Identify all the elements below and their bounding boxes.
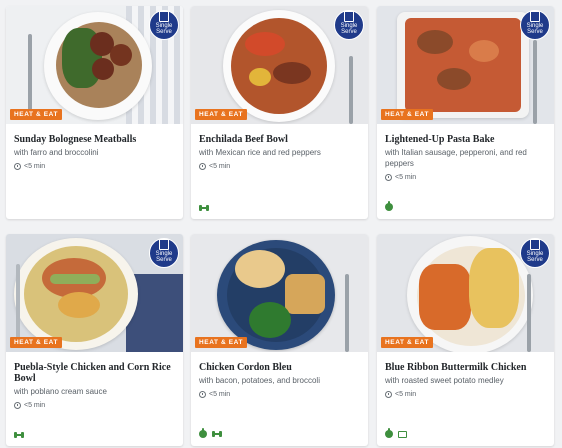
- nutrition-icons: [385, 201, 393, 211]
- clock-icon: [199, 391, 206, 398]
- nutrition-icons: [14, 432, 24, 438]
- nutrition-icons: [385, 428, 407, 438]
- heat-and-eat-tag: HEAT & EAT: [10, 337, 63, 348]
- apple-icon: [385, 428, 393, 438]
- meal-photo[interactable]: Single Serve HEAT & EAT: [6, 6, 183, 124]
- heat-and-eat-tag: HEAT & EAT: [381, 337, 434, 348]
- nutrition-icons: [199, 428, 222, 438]
- meal-card[interactable]: Single Serve HEAT & EAT Lightened-Up Pas…: [377, 6, 554, 219]
- container-icon: [530, 239, 540, 250]
- clock-icon: [14, 163, 21, 170]
- apple-icon: [199, 428, 207, 438]
- meal-photo[interactable]: Single Serve HEAT & EAT: [377, 6, 554, 124]
- meal-subtitle: with roasted sweet potato medley: [385, 376, 504, 385]
- meal-title[interactable]: Chicken Cordon Bleu: [199, 362, 360, 373]
- single-serve-badge: Single Serve: [334, 10, 364, 40]
- meal-title[interactable]: Sunday Bolognese Meatballs: [14, 134, 175, 145]
- meal-title[interactable]: Lightened-Up Pasta Bake: [385, 134, 546, 145]
- nutrition-icons: [199, 205, 209, 211]
- single-serve-badge: Single Serve: [149, 238, 179, 268]
- container-icon: [159, 11, 169, 22]
- meal-subtitle: with farro and broccolini: [14, 148, 99, 157]
- clock-icon: [385, 174, 392, 181]
- single-serve-badge: Single Serve: [520, 10, 550, 40]
- meal-title[interactable]: Enchilada Beef Bowl: [199, 134, 360, 145]
- single-serve-badge: Single Serve: [149, 10, 179, 40]
- meal-title[interactable]: Blue Ribbon Buttermilk Chicken: [385, 362, 546, 373]
- meal-card[interactable]: Single Serve HEAT & EAT Enchilada Beef B…: [191, 6, 368, 219]
- prep-time: <5 min: [14, 402, 175, 409]
- dumbbell-icon: [212, 431, 222, 437]
- meal-photo[interactable]: Single Serve HEAT & EAT: [191, 6, 368, 124]
- clock-icon: [385, 391, 392, 398]
- apple-icon: [385, 201, 393, 211]
- meal-grid: Single Serve HEAT & EAT Sunday Bolognese…: [0, 0, 562, 448]
- meal-card[interactable]: Single Serve HEAT & EAT Puebla-Style Chi…: [6, 234, 183, 446]
- heat-and-eat-tag: HEAT & EAT: [10, 109, 63, 120]
- clock-icon: [14, 402, 21, 409]
- heat-and-eat-tag: HEAT & EAT: [381, 109, 434, 120]
- meal-photo[interactable]: HEAT & EAT: [191, 234, 368, 352]
- meal-title[interactable]: Puebla-Style Chicken and Corn Rice Bowl: [14, 362, 175, 384]
- prep-time: <5 min: [385, 391, 546, 398]
- meal-card[interactable]: Single Serve HEAT & EAT Sunday Bolognese…: [6, 6, 183, 219]
- prep-time: <5 min: [14, 163, 175, 170]
- heat-and-eat-tag: HEAT & EAT: [195, 337, 248, 348]
- heat-and-eat-tag: HEAT & EAT: [195, 109, 248, 120]
- meal-photo[interactable]: Single Serve HEAT & EAT: [377, 234, 554, 352]
- meal-card[interactable]: HEAT & EAT Chicken Cordon Bleu with baco…: [191, 234, 368, 446]
- dumbbell-icon: [14, 432, 24, 438]
- container-icon: [344, 11, 354, 22]
- single-serve-badge: Single Serve: [520, 238, 550, 268]
- pan-icon: [398, 430, 407, 438]
- container-icon: [159, 239, 169, 250]
- prep-time: <5 min: [199, 391, 360, 398]
- dumbbell-icon: [199, 205, 209, 211]
- prep-time: <5 min: [199, 163, 360, 170]
- meal-subtitle: with Mexican rice and red peppers: [199, 148, 321, 157]
- clock-icon: [199, 163, 206, 170]
- meal-subtitle: with bacon, potatoes, and broccoli: [199, 376, 320, 385]
- prep-time: <5 min: [385, 174, 546, 181]
- container-icon: [530, 11, 540, 22]
- meal-photo[interactable]: Single Serve HEAT & EAT: [6, 234, 183, 352]
- meal-card[interactable]: Single Serve HEAT & EAT Blue Ribbon Butt…: [377, 234, 554, 446]
- meal-subtitle: with poblano cream sauce: [14, 387, 107, 396]
- meal-subtitle: with Italian sausage, pepperoni, and red…: [385, 148, 527, 168]
